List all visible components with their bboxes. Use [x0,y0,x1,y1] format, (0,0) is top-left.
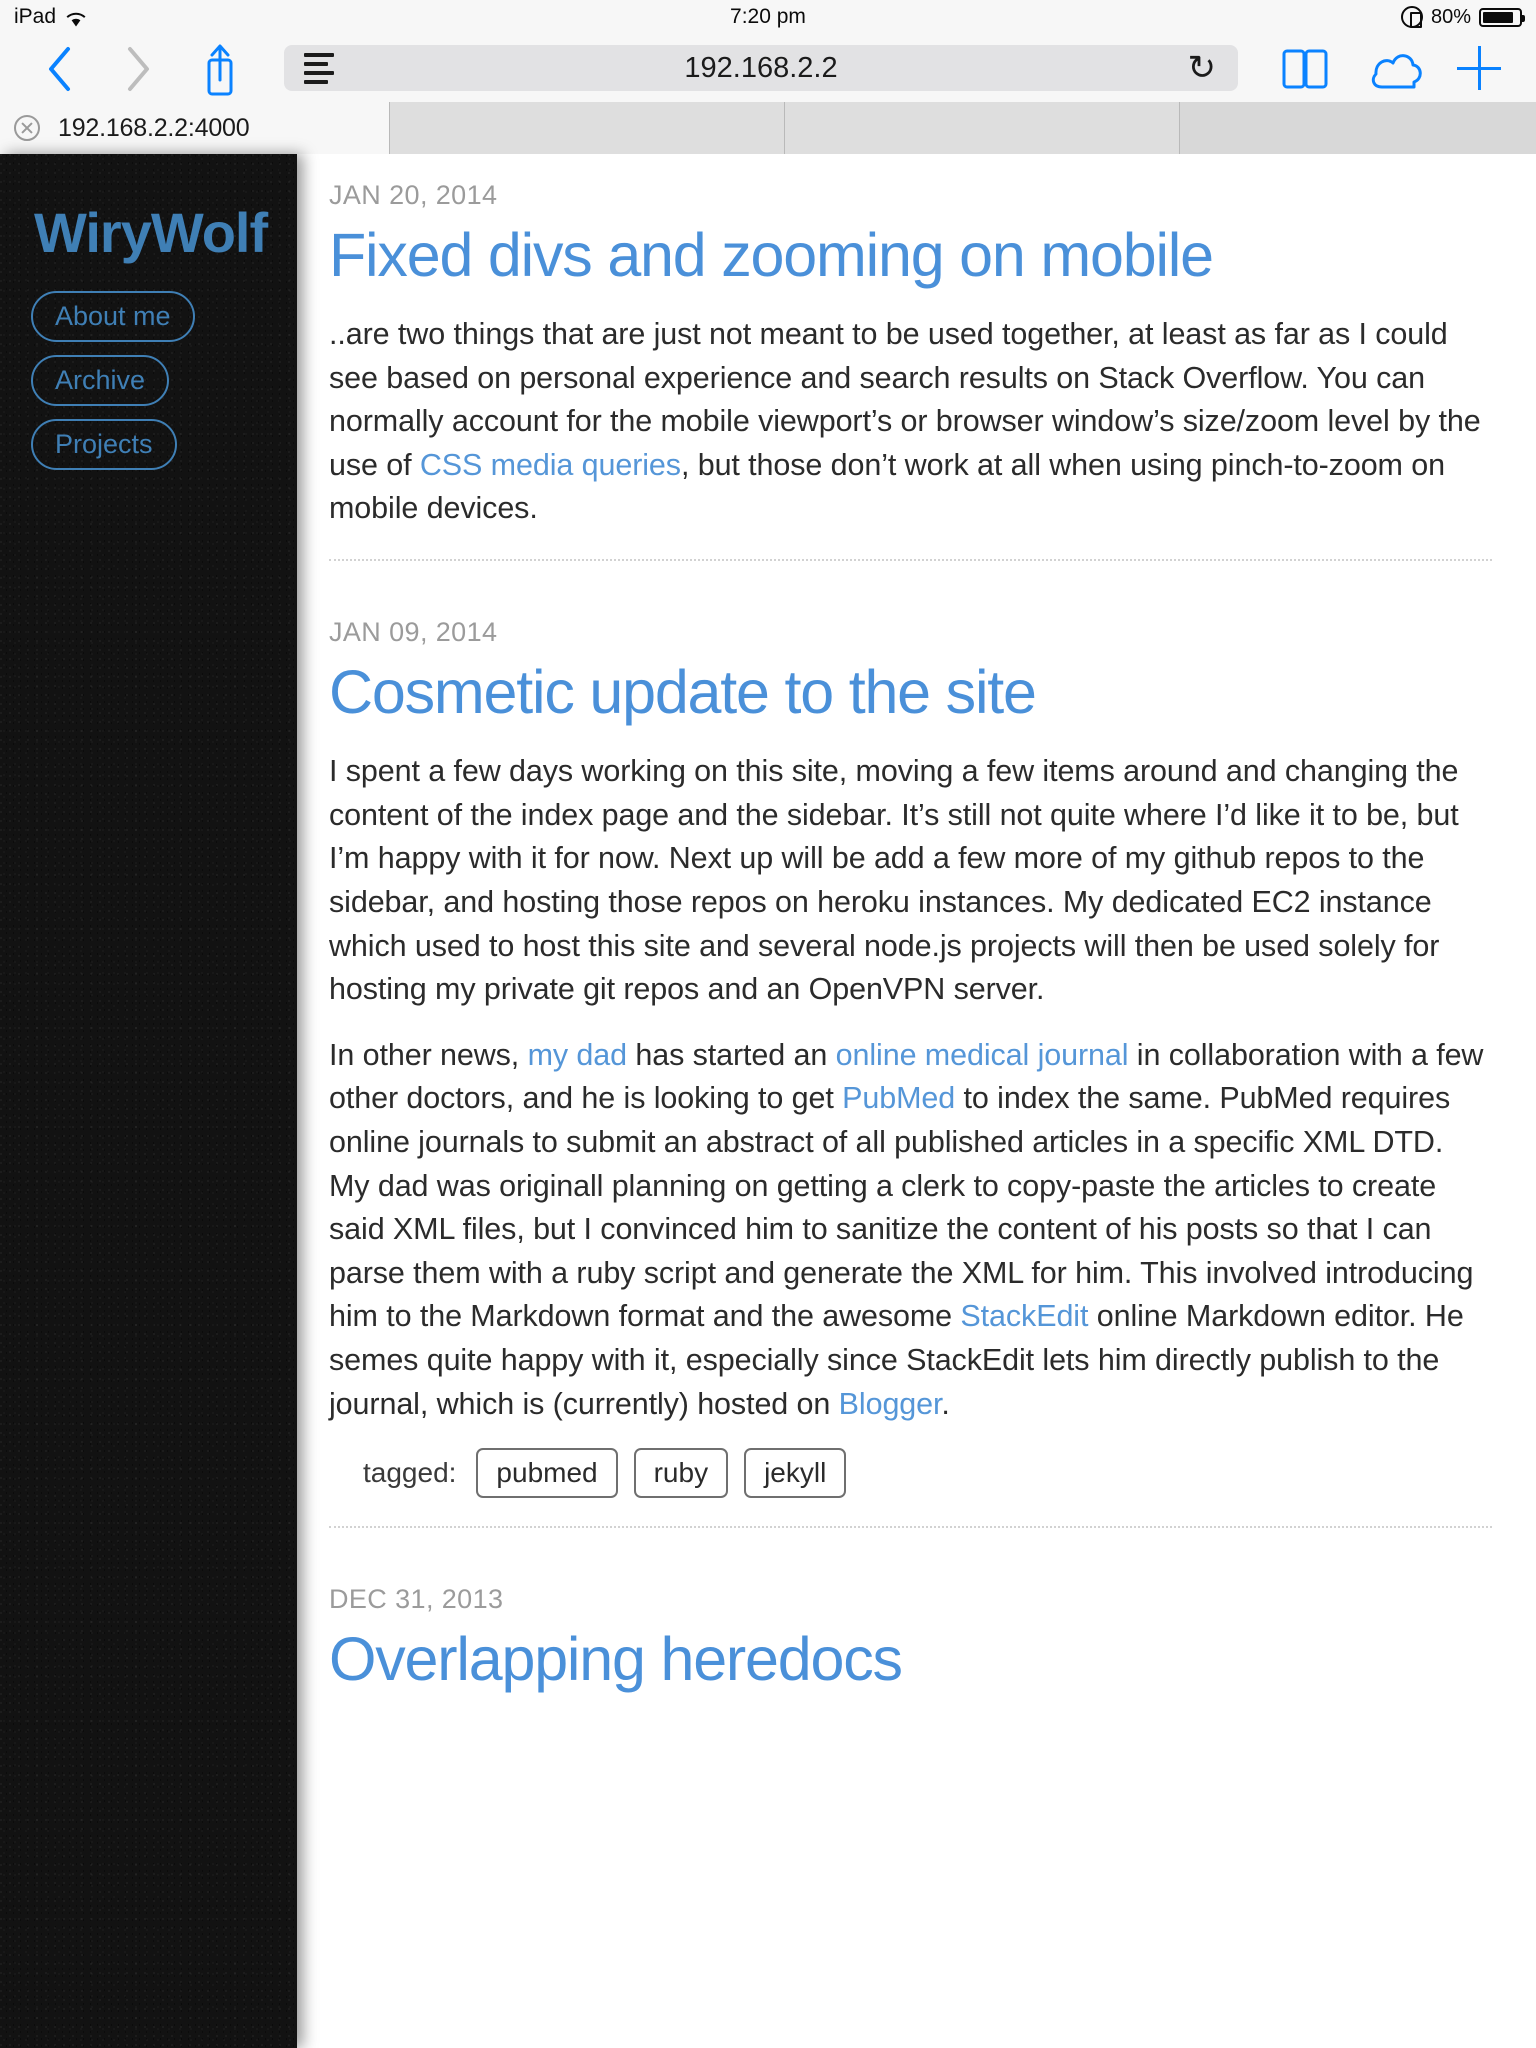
forward-button[interactable] [98,34,178,102]
post-divider [329,1526,1492,1529]
address-bar[interactable]: 192.168.2.2 ↻ [284,45,1238,91]
battery-percent-label: 80% [1430,5,1471,28]
post-divider [329,559,1492,562]
chevron-right-icon [125,46,151,91]
sidebar-item-label: Archive [55,365,146,395]
post-date: DEC 31, 2013 [329,1584,504,1615]
post-title[interactable]: Cosmetic update to the site [329,660,1492,724]
book-icon [1282,49,1328,89]
browser-tab-3[interactable] [785,102,1180,154]
inline-link[interactable]: Blogger [839,1387,942,1421]
post-date: JAN 09, 2014 [329,617,498,648]
back-button[interactable] [22,34,98,102]
reload-icon[interactable]: ↻ [1188,51,1217,85]
inline-link[interactable]: PubMed [842,1081,955,1115]
post-paragraph: ..are two things that are just not meant… [329,317,1481,526]
tag-chip[interactable]: jekyll [744,1448,847,1499]
battery-icon [1479,7,1525,27]
sidebar-item-projects[interactable]: Projects [31,419,177,470]
post-paragraph: I spent a few days working on this site,… [329,754,1459,1007]
post-body: I spent a few days working on this site,… [329,750,1492,1426]
post-tags: tagged: pubmed ruby jekyll [329,1448,1492,1499]
tag-chip[interactable]: pubmed [476,1448,618,1499]
tab-title: 192.168.2.2:4000 [58,113,250,142]
site-sidebar: WiryWolf About me Archive Projects [0,154,297,2048]
ios-status-bar: iPad 7:20 pm 80% [0,0,1536,34]
status-bar-right: 80% [1400,0,1525,34]
post-date: JAN 20, 2014 [329,180,498,210]
sidebar-item-label: Projects [55,429,153,459]
new-tab-button[interactable] [1444,34,1514,102]
inline-link[interactable]: my dad [528,1038,628,1072]
tab-bar: 192.168.2.2:4000 [0,102,1536,154]
plus-icon [1457,46,1501,90]
post-body: ..are two things that are just not meant… [329,313,1492,531]
safari-toolbar: 192.168.2.2 ↻ [0,34,1536,102]
status-bar-time: 7:20 pm [730,5,806,28]
site-brand-title[interactable]: WiryWolf [0,200,297,265]
sidebar-item-label: About me [55,301,171,331]
web-page-viewport: WiryWolf About me Archive Projects JAN 2… [0,154,1536,2048]
tag-chip[interactable]: ruby [633,1448,729,1499]
reader-view-icon[interactable] [304,52,334,84]
share-button[interactable] [178,34,262,102]
bookmarks-button[interactable] [1260,34,1348,102]
browser-tab-active[interactable]: 192.168.2.2:4000 [0,102,390,154]
cloud-icon [1370,49,1422,89]
sidebar-item-archive[interactable]: Archive [31,355,170,406]
icloud-tabs-button[interactable] [1348,34,1444,102]
address-bar-text[interactable]: 192.168.2.2 [284,52,1238,85]
tags-label: tagged: [363,1457,457,1489]
post-item: JAN 20, 2014 Fixed divs and zooming on m… [329,154,1492,562]
post-paragraph: In other news, my dad has started an onl… [329,1037,1484,1421]
post-item: DEC 31, 2013 Overlapping heredocs [329,1558,1492,1691]
inline-link[interactable]: StackEdit [960,1299,1088,1333]
sidebar-item-about-me[interactable]: About me [31,291,195,342]
close-icon[interactable] [14,115,40,141]
chevron-left-icon [47,46,73,91]
share-icon [199,42,241,96]
rotation-lock-icon [1400,6,1423,28]
post-list: JAN 20, 2014 Fixed divs and zooming on m… [297,154,1536,2048]
post-item: JAN 09, 2014 Cosmetic update to the site… [329,591,1492,1529]
inline-link[interactable]: CSS media queries [420,448,681,482]
browser-tab-2[interactable] [390,102,785,154]
sidebar-nav: About me Archive Projects [0,291,297,470]
inline-link[interactable]: online medical journal [836,1038,1129,1072]
post-title[interactable]: Overlapping heredocs [329,1627,1492,1691]
post-title[interactable]: Fixed divs and zooming on mobile [329,223,1492,287]
